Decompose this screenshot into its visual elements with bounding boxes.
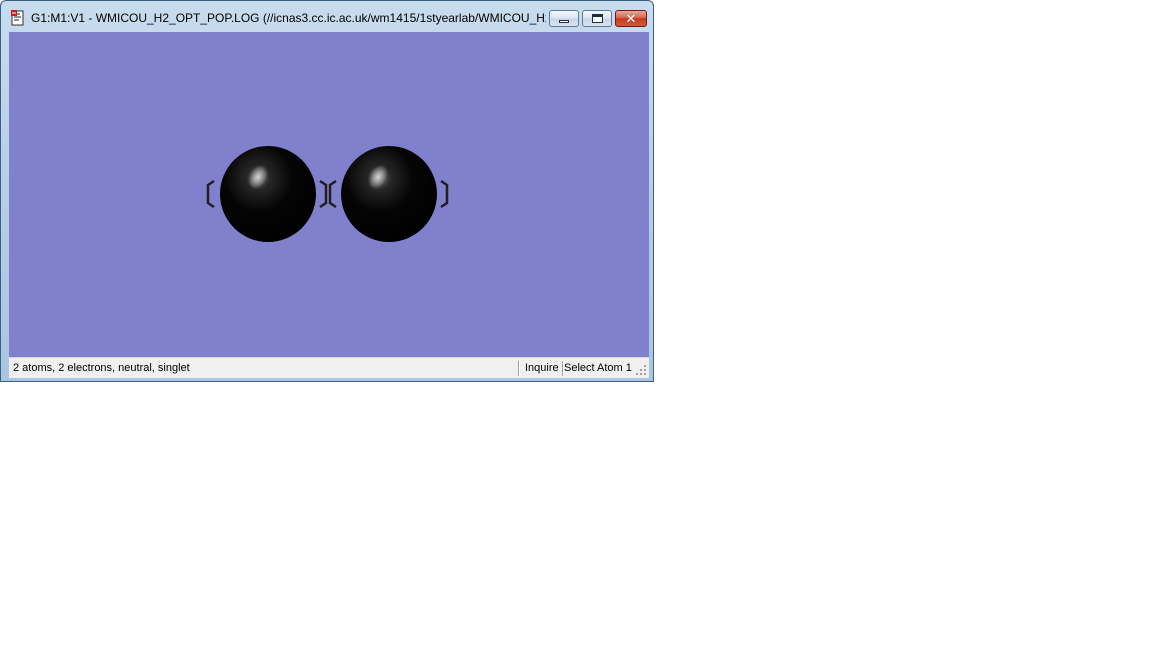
status-divider — [518, 361, 520, 376]
molecule-canvas[interactable] — [9, 32, 649, 357]
molecule-view-window: G1:M1:V1 - WMICOU_H2_OPT_POP.LOG (//icna… — [0, 0, 654, 382]
status-selection: Select Atom 1 — [564, 362, 632, 374]
close-button[interactable]: ✕ — [615, 10, 647, 27]
status-bar: 2 atoms, 2 electrons, neutral, singlet I… — [9, 357, 649, 378]
close-icon: ✕ — [625, 11, 637, 26]
status-summary: 2 atoms, 2 electrons, neutral, singlet — [13, 362, 190, 374]
minimize-button[interactable] — [549, 10, 579, 27]
selection-bracket-mid — [319, 179, 337, 209]
document-icon — [11, 10, 24, 26]
selection-bracket-left — [206, 179, 215, 209]
selection-bracket-right — [440, 179, 449, 209]
status-mode: Inquire — [525, 362, 559, 374]
maximize-button[interactable] — [582, 10, 612, 27]
atom-h2[interactable] — [341, 146, 437, 242]
resize-grip-icon[interactable] — [635, 364, 647, 376]
window-title: G1:M1:V1 - WMICOU_H2_OPT_POP.LOG (//icna… — [31, 11, 546, 25]
molecule-viewport[interactable] — [9, 32, 649, 357]
atom-h1[interactable] — [220, 146, 316, 242]
minimize-icon — [559, 20, 569, 23]
title-bar[interactable]: G1:M1:V1 - WMICOU_H2_OPT_POP.LOG (//icna… — [1, 1, 653, 31]
maximize-icon — [592, 14, 603, 23]
